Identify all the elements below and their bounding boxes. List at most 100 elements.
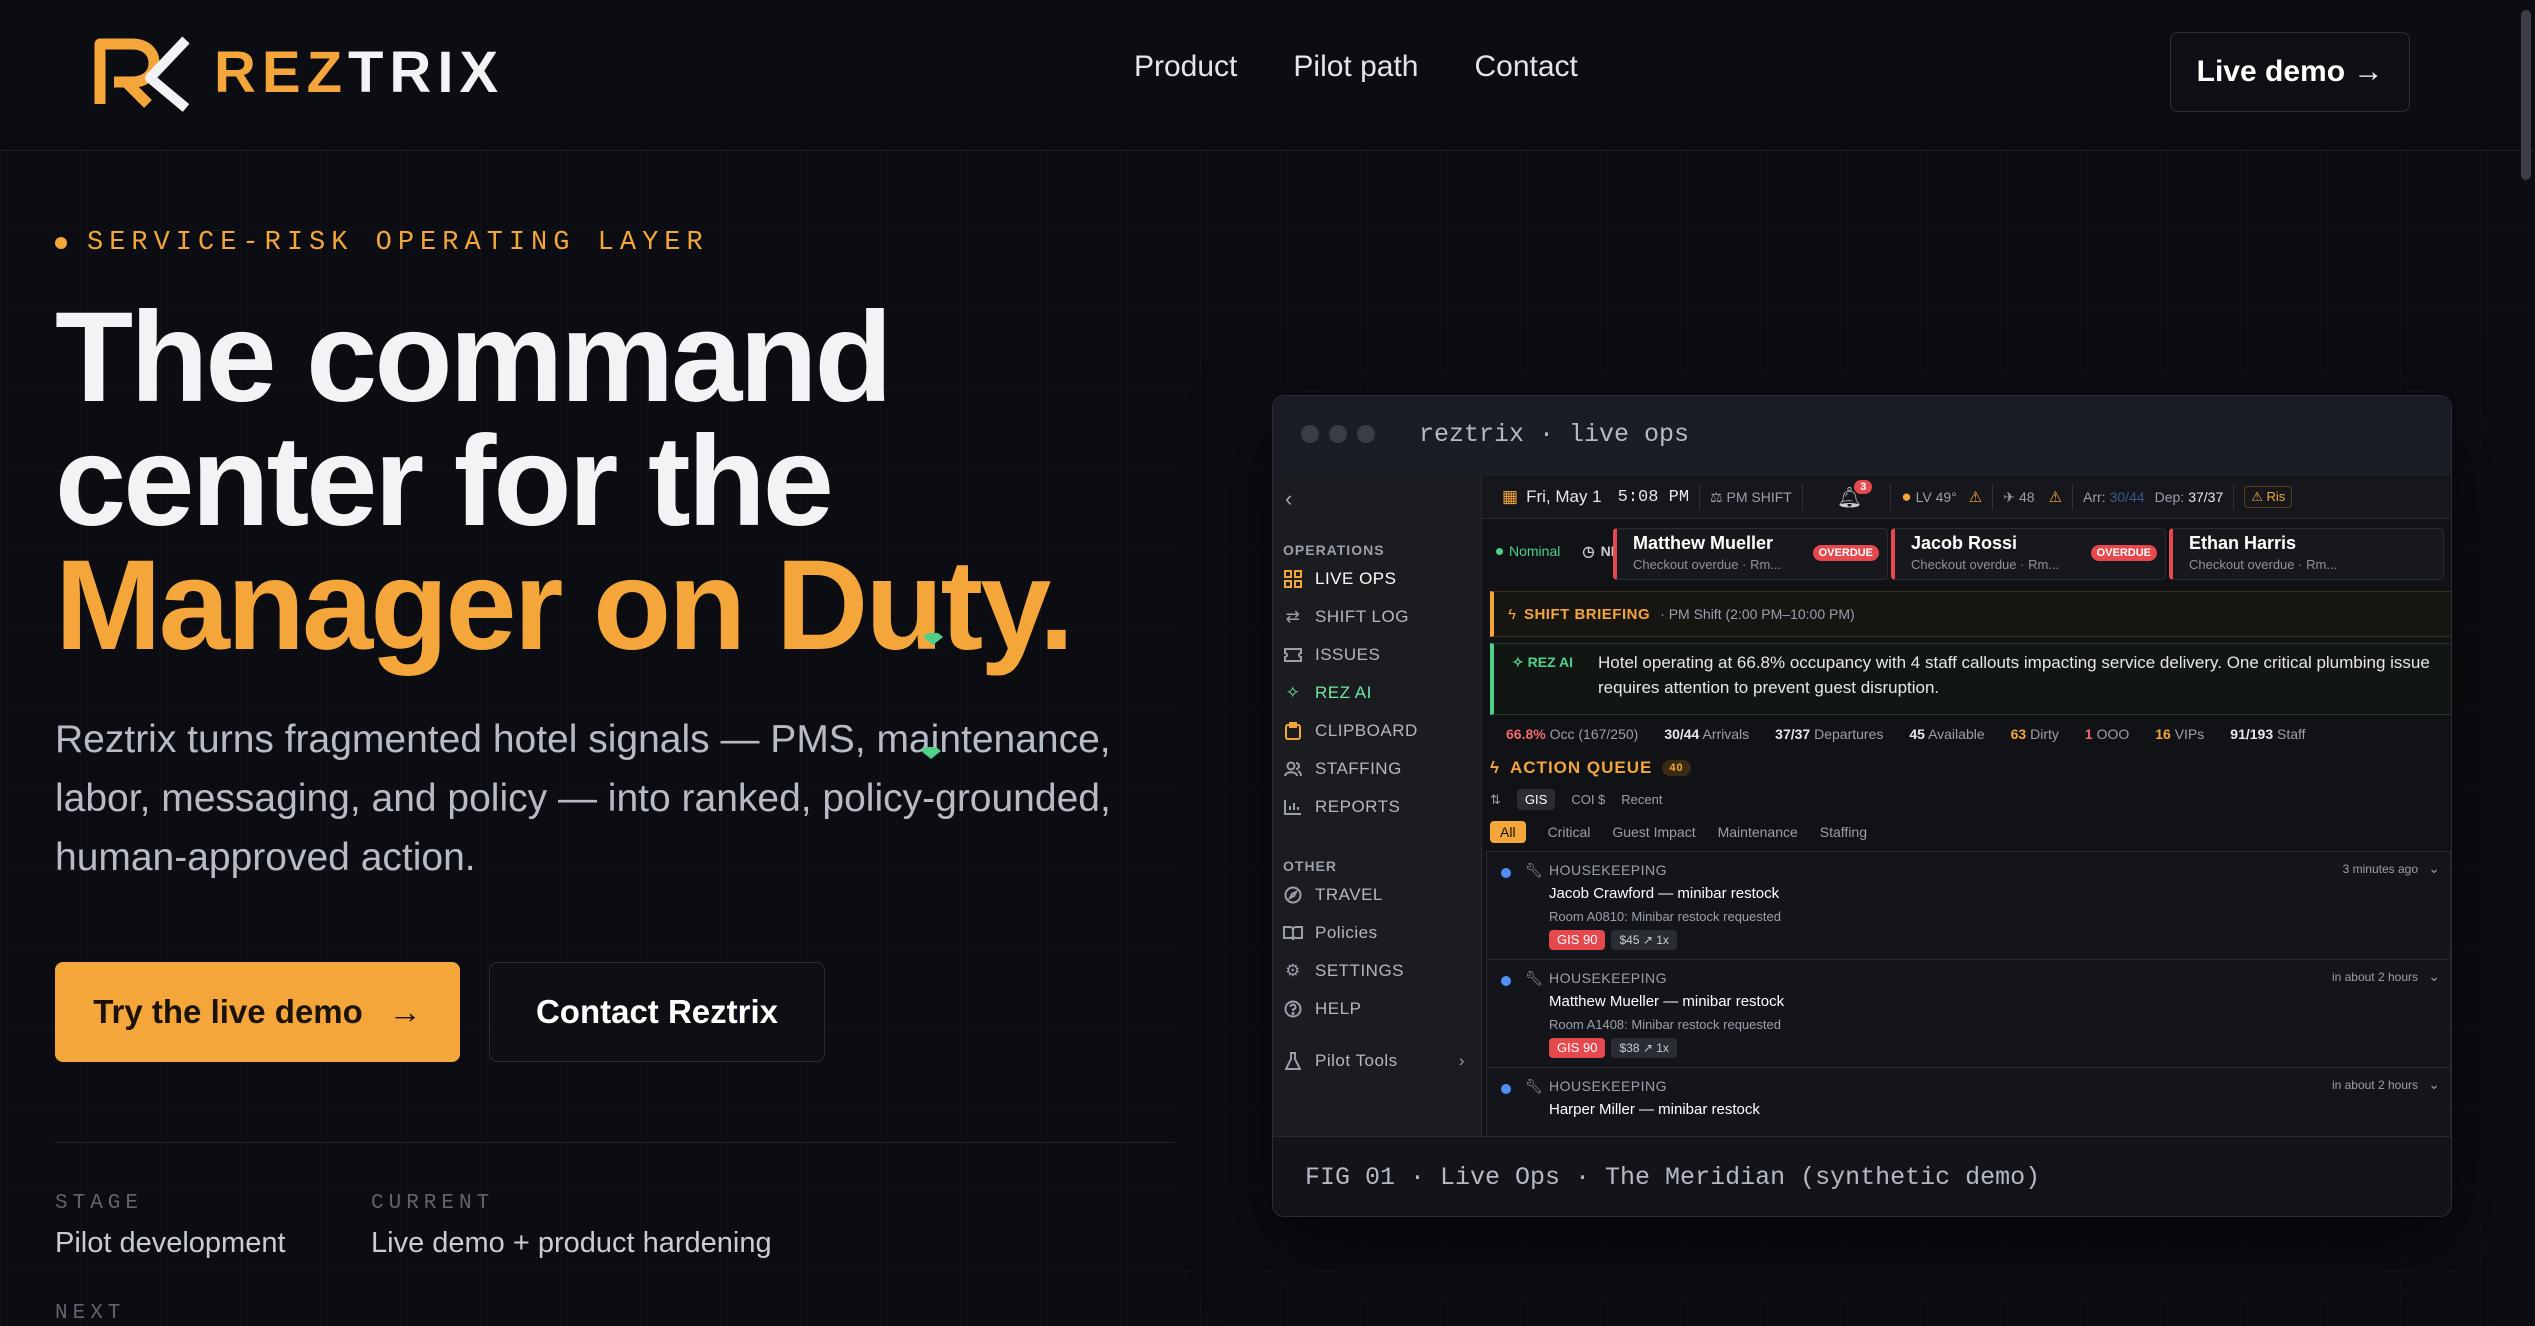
eyebrow-dot-icon [55, 237, 67, 249]
action-queue-count: 40 [1662, 760, 1691, 776]
filter-guest-impact[interactable]: Guest Impact [1612, 824, 1695, 840]
live-demo-button[interactable]: Live demo → [2170, 32, 2410, 112]
window-dot-icon [1357, 425, 1375, 443]
help-icon [1283, 999, 1303, 1019]
app-main: ▦ Fri, May 1 5:08 PM ⚖ PM SHIFT 🔔︎ 3 ● L… [1482, 476, 2451, 1136]
item-desc: Room A1408: Minibar restock requested [1549, 1017, 1781, 1032]
sidebar-item-policies[interactable]: Policies [1283, 918, 1473, 948]
sidebar-item-help[interactable]: HELP [1283, 994, 1473, 1024]
departures-label: Dep: [2154, 489, 2185, 505]
action-queue-header: ϟ ACTION QUEUE 40 [1490, 758, 1691, 778]
shift-label: PM SHIFT [1726, 488, 1792, 505]
nav-link-product[interactable]: Product [1134, 50, 1237, 84]
sort-row: ⇅ GIS COI $ Recent [1490, 789, 1662, 810]
app-preview-window: reztrix · live ops ‹ OPERATIONS LIVE OPS… [1272, 395, 2452, 1217]
sidebar-item-live-ops[interactable]: LIVE OPS [1283, 564, 1473, 594]
logo[interactable]: REZTRIX [92, 32, 504, 112]
divider [1699, 484, 1701, 510]
sort-option-recent[interactable]: Recent [1621, 792, 1662, 807]
item-tags: GIS 90 $45 ↗ 1x [1549, 930, 1677, 950]
metric-ooo: 1 OOO [2084, 726, 2130, 742]
sort-option-gis[interactable]: GIS [1516, 789, 1556, 810]
window-titlebar: reztrix · live ops [1273, 396, 2451, 477]
filter-all[interactable]: All [1490, 821, 1526, 843]
sidebar-item-staffing[interactable]: STAFFING [1283, 754, 1473, 784]
bar-chart-icon [1283, 797, 1303, 817]
guest-status: Checkout overdue · Rm... [1911, 557, 2060, 572]
stat-label: NEXT [55, 1302, 126, 1325]
status-dot-icon [1501, 1084, 1511, 1094]
sidebar-item-travel[interactable]: TRAVEL [1283, 880, 1473, 910]
contact-reztrix-button[interactable]: Contact Reztrix [489, 962, 825, 1062]
list-item[interactable]: 🔧︎ HOUSEKEEPING in about 2 hours ⌄ Harpe… [1486, 1068, 2451, 1136]
nav-links: Product Pilot path Contact [1134, 50, 1578, 84]
sidebar-item-label: Pilot Tools [1315, 1051, 1398, 1070]
stat-label: CURRENT [371, 1192, 495, 1215]
guest-card[interactable]: Jacob Rossi Checkout overdue · Rm... OVE… [1891, 528, 2166, 580]
chevron-right-icon: › [1458, 1051, 1465, 1070]
departures-value: 37/37 [2188, 489, 2224, 505]
notification-count: 3 [1854, 480, 1873, 494]
gis-badge: GIS 90 [1549, 930, 1606, 950]
window-dot-icon [1329, 425, 1347, 443]
chevron-down-icon[interactable]: ⌄ [2428, 968, 2440, 985]
chevron-down-icon[interactable]: ⌄ [2428, 1076, 2440, 1093]
flights-value: 48 [2018, 489, 2035, 505]
item-title: Matthew Mueller — minibar restock [1549, 993, 1785, 1010]
nav-link-pilot-path[interactable]: Pilot path [1293, 50, 1418, 84]
guest-card[interactable]: Matthew Mueller Checkout overdue · Rm...… [1613, 528, 1888, 580]
warning-icon: ⚠ [1968, 489, 1983, 506]
stat-next: NEXT [55, 1302, 125, 1325]
lightning-icon: ϟ [1490, 758, 1500, 777]
divider [1801, 484, 1803, 510]
filter-maintenance[interactable]: Maintenance [1718, 824, 1798, 840]
filter-staffing[interactable]: Staffing [1820, 824, 1867, 840]
chevron-left-icon[interactable]: ‹ [1285, 486, 1292, 512]
item-title: Harper Miller — minibar restock [1549, 1101, 1760, 1118]
list-item[interactable]: 🔧︎ HOUSEKEEPING in about 2 hours ⌄ Matth… [1486, 960, 2451, 1068]
metric-arrivals: 30/44 Arrivals [1664, 726, 1750, 742]
headline-line-2: center for the [55, 410, 834, 553]
filter-critical[interactable]: Critical [1548, 824, 1591, 840]
arrivals-label: Arr: [2083, 489, 2106, 505]
divider [55, 1142, 1175, 1143]
hero-headline: The command center for the Manager on Du… [55, 294, 1074, 670]
scrollbar-thumb[interactable] [2521, 10, 2531, 180]
item-time: in about 2 hours [2331, 1078, 2418, 1092]
metric-staff: 91/193 Staff [2230, 726, 2306, 742]
nav-link-contact[interactable]: Contact [1474, 50, 1577, 84]
cost-badge: $45 ↗ 1x [1611, 930, 1677, 950]
warning-icon: ⚠ [2048, 489, 2063, 506]
sidebar-item-pilot-tools[interactable]: Pilot Tools › [1283, 1046, 1473, 1076]
app-screen: ‹ OPERATIONS LIVE OPS ⇄ SHIFT LOG ISSUES… [1273, 476, 2451, 1136]
sidebar-item-label: SETTINGS [1315, 961, 1405, 980]
guest-name: Jacob Rossi [1911, 533, 2018, 553]
divider [1992, 484, 1994, 510]
sidebar-section-other: OTHER [1283, 858, 1337, 874]
top-nav: REZTRIX Product Pilot path Contact Live … [0, 0, 2535, 151]
metric-departures: 37/37 Departures [1775, 726, 1884, 742]
sidebar-item-shift-log[interactable]: ⇄ SHIFT LOG [1283, 602, 1473, 632]
headline-line-3: Manager on Duty. [55, 534, 1074, 677]
sort-option-coi[interactable]: COI $ [1571, 792, 1605, 807]
list-item[interactable]: 🔧︎ HOUSEKEEPING 3 minutes ago ⌄ Jacob Cr… [1486, 851, 2451, 960]
try-live-demo-button[interactable]: Try the live demo → [55, 962, 460, 1062]
people-icon [1283, 759, 1303, 779]
metric-dirty: 63 Dirty [2010, 726, 2059, 742]
sidebar-item-label: CLIPBOARD [1315, 721, 1418, 740]
shift-briefing[interactable]: ϟ SHIFT BRIEFING · PM Shift (2:00 PM–10:… [1490, 591, 2451, 637]
status-dot-icon [1496, 547, 1503, 555]
item-title: Jacob Crawford — minibar restock [1549, 885, 1780, 902]
sidebar-item-reports[interactable]: REPORTS [1283, 792, 1473, 822]
guest-card[interactable]: Ethan Harris Checkout overdue · Rm... [2169, 528, 2444, 580]
chevron-down-icon[interactable]: ⌄ [2428, 860, 2440, 877]
topbar-time: 5:08 PM [1617, 487, 1690, 507]
sidebar-item-clipboard[interactable]: CLIPBOARD [1283, 716, 1473, 746]
arrow-right-icon: → [388, 993, 422, 1030]
sidebar-item-settings[interactable]: ⚙ SETTINGS [1283, 956, 1473, 986]
risk-button[interactable]: ⚠ Ris [2244, 486, 2293, 508]
action-queue-list: 🔧︎ HOUSEKEEPING 3 minutes ago ⌄ Jacob Cr… [1486, 851, 2451, 1136]
sidebar-item-rez-ai[interactable]: ✧ REZ AI [1283, 678, 1473, 708]
sidebar-item-issues[interactable]: ISSUES [1283, 640, 1473, 670]
hero-subhead: Reztrix turns fragmented hotel signals —… [55, 718, 1111, 879]
